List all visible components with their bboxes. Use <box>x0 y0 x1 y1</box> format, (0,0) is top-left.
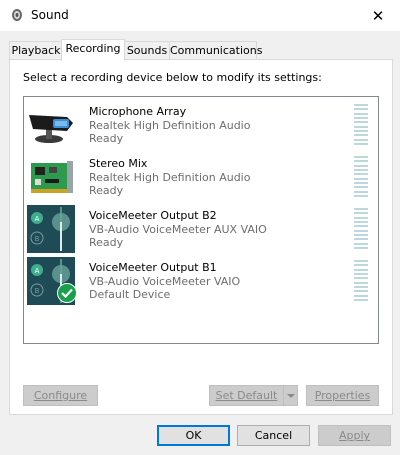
window-title: Sound <box>31 8 69 22</box>
svg-text:A: A <box>35 267 40 275</box>
ok-button[interactable]: OK <box>157 425 230 446</box>
speaker-icon <box>12 9 22 21</box>
svg-text:A: A <box>35 215 40 223</box>
tab-communications[interactable]: Communications <box>169 41 262 59</box>
microphone-array-icon <box>29 115 73 143</box>
device-item-microphone-array[interactable]: Microphone Array Realtek High Definition… <box>24 97 378 149</box>
device-description: VB-Audio VoiceMeeter VAIO <box>89 275 241 288</box>
recording-panel: Select a recording device below to modif… <box>9 59 393 415</box>
level-meter <box>354 156 368 197</box>
properties-button[interactable]: Properties <box>306 385 379 406</box>
set-default-dropdown-arrow[interactable] <box>283 385 298 406</box>
device-list[interactable]: Microphone Array Realtek High Definition… <box>23 96 379 344</box>
tab-recording[interactable]: Recording <box>61 39 125 61</box>
sound-card-icon <box>31 161 73 193</box>
svg-text:B: B <box>35 287 40 295</box>
svg-text:B: B <box>35 235 40 243</box>
title-bar: Sound ✕ <box>0 0 400 31</box>
close-icon: ✕ <box>371 6 385 25</box>
device-description: Realtek High Definition Audio <box>89 119 251 132</box>
device-status: Ready <box>89 184 124 197</box>
configure-button[interactable]: Configure <box>23 385 98 406</box>
device-name: Stereo Mix <box>89 157 148 170</box>
device-item-voicemeeter-b2[interactable]: A B VoiceMeeter Output B2 VB-Audio Voice… <box>24 201 378 253</box>
device-item-stereo-mix[interactable]: Stereo Mix Realtek High Definition Audio… <box>24 149 378 201</box>
level-meter <box>354 260 368 301</box>
default-device-check-icon <box>57 283 77 303</box>
device-name: Microphone Array <box>89 105 187 118</box>
device-item-voicemeeter-b1[interactable]: A B VoiceMeeter Output B1 VB-Audio Voice… <box>24 253 378 305</box>
device-description: VB-Audio VoiceMeeter AUX VAIO <box>89 223 267 236</box>
level-meter <box>354 208 368 249</box>
voicemeeter-icon: A B <box>27 205 75 253</box>
device-description: Realtek High Definition Audio <box>89 171 251 184</box>
apply-button[interactable]: Apply <box>318 425 391 446</box>
device-status: Default Device <box>89 288 171 301</box>
set-default-button[interactable]: Set Default <box>209 385 284 406</box>
tab-playback[interactable]: Playback <box>9 41 63 59</box>
close-button[interactable]: ✕ <box>356 0 400 31</box>
level-meter <box>354 104 368 145</box>
device-status: Ready <box>89 132 124 145</box>
tab-sounds[interactable]: Sounds <box>123 41 171 59</box>
device-name: VoiceMeeter Output B1 <box>89 261 217 274</box>
device-name: VoiceMeeter Output B2 <box>89 209 217 222</box>
device-status: Ready <box>89 236 124 249</box>
instruction-text: Select a recording device below to modif… <box>23 71 322 84</box>
cancel-button[interactable]: Cancel <box>237 425 310 446</box>
